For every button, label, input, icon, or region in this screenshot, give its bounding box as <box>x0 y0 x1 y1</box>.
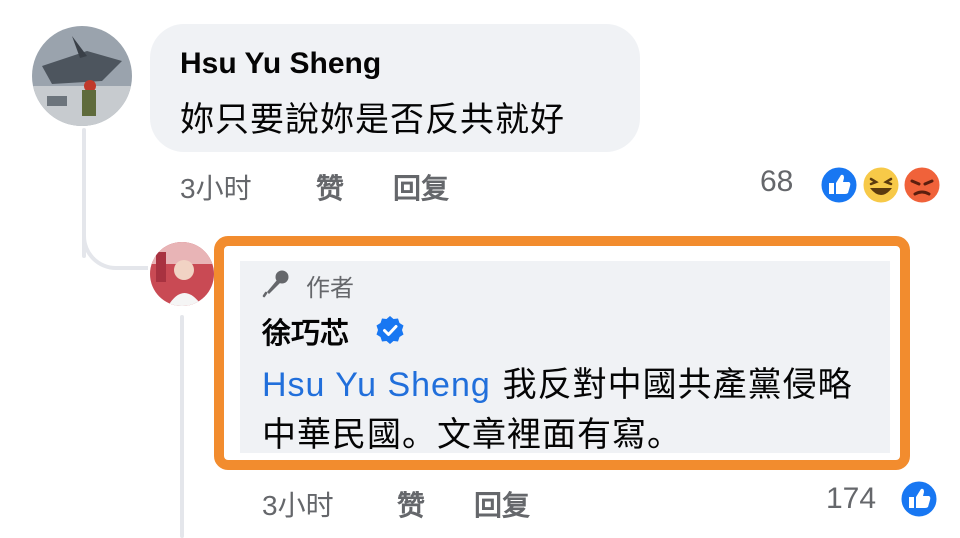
reply-thread-line <box>180 315 184 538</box>
thread-connector <box>82 210 148 270</box>
avatar[interactable] <box>32 26 132 126</box>
mention-link[interactable]: Hsu Yu Sheng <box>262 366 491 404</box>
like-button[interactable]: 赞 <box>316 167 344 207</box>
reply-reply-button[interactable]: 回复 <box>474 484 530 524</box>
reply-like-button[interactable]: 赞 <box>397 484 425 524</box>
like-icon <box>818 164 860 206</box>
reply-timestamp[interactable]: 3小时 <box>262 484 334 524</box>
reply-author-name[interactable]: 徐巧芯 <box>262 310 349 352</box>
like-icon[interactable] <box>898 478 940 520</box>
reply-text: Hsu Yu Sheng 我反對中國共產黨侵略中華民國。文章裡面有寫。 <box>262 360 882 460</box>
haha-icon <box>860 164 902 206</box>
reaction-icons[interactable] <box>818 164 944 206</box>
verified-badge-icon <box>375 315 405 345</box>
microphone-icon <box>262 268 292 298</box>
reply-avatar[interactable] <box>150 242 214 306</box>
reply-reaction-count[interactable]: 174 <box>826 482 876 516</box>
comment-timestamp[interactable]: 3小时 <box>180 167 252 207</box>
comment-text: 妳只要說妳是否反共就好 <box>180 100 565 140</box>
reaction-count[interactable]: 68 <box>760 165 793 199</box>
angry-icon <box>901 164 943 206</box>
comment-author-name[interactable]: Hsu Yu Sheng <box>180 47 381 81</box>
reply-button[interactable]: 回复 <box>393 167 449 207</box>
author-badge-label: 作者 <box>306 274 354 302</box>
